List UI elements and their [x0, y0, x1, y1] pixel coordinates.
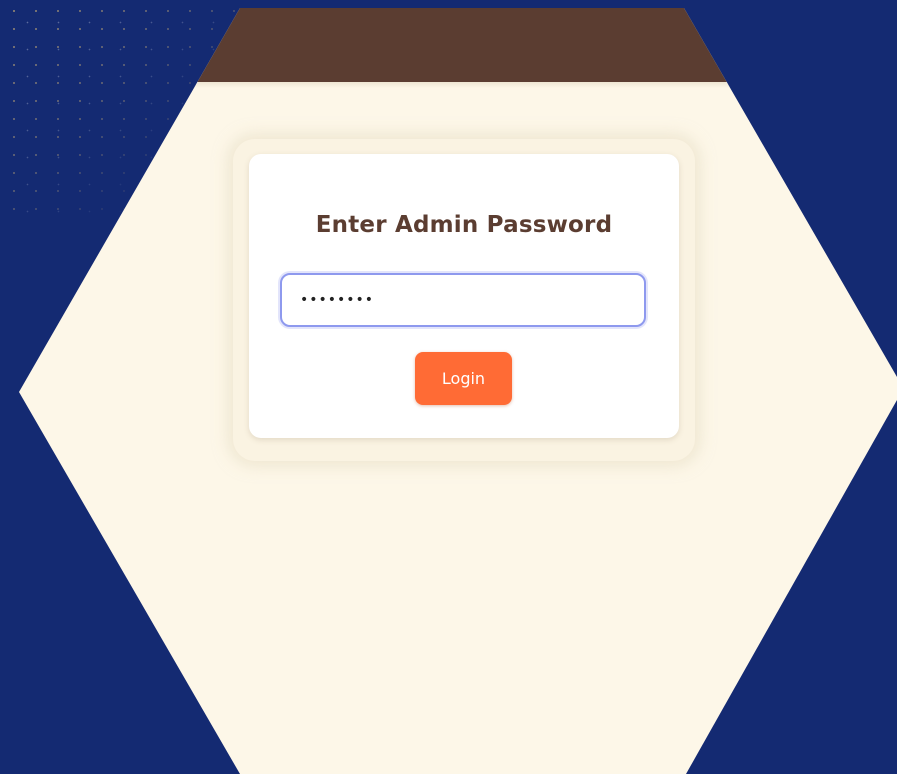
login-button[interactable]: Login: [415, 352, 512, 405]
login-card: Enter Admin Password Login: [249, 154, 679, 438]
login-title: Enter Admin Password: [315, 212, 613, 238]
password-input[interactable]: [280, 273, 646, 327]
login-screen: Enter Admin Password Login: [0, 0, 897, 774]
